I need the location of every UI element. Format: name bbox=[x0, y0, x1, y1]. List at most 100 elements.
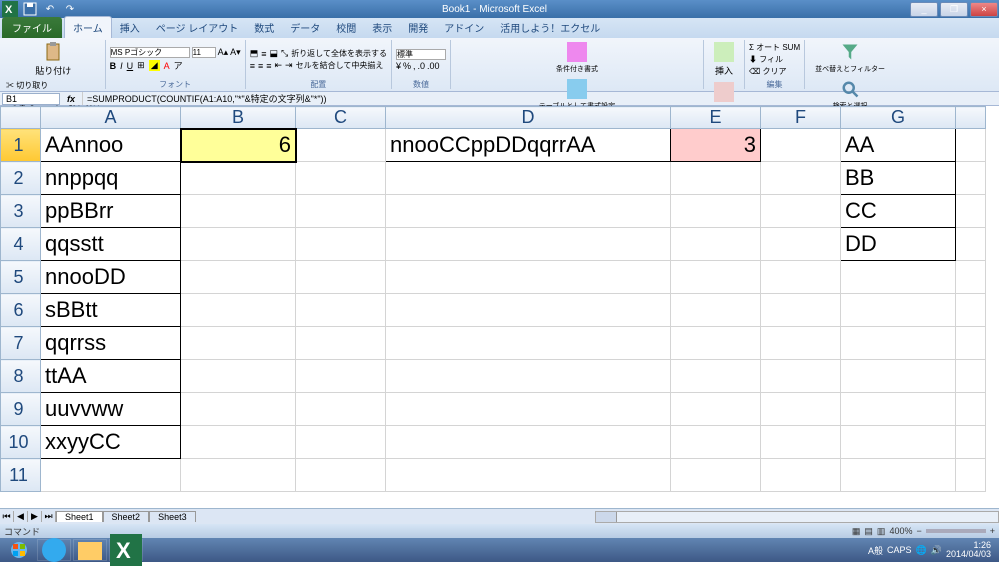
cell-G3[interactable]: CC bbox=[841, 195, 956, 228]
col-header-B[interactable]: B bbox=[181, 107, 296, 129]
formula-input[interactable]: =SUMPRODUCT(COUNTIF(A1:A10,"*"&特定の文字列&"*… bbox=[82, 92, 999, 105]
horizontal-scrollbar[interactable] bbox=[595, 511, 999, 523]
bold-button[interactable]: B bbox=[110, 61, 117, 71]
ime-indicator[interactable]: A般 bbox=[868, 544, 883, 557]
sheet-nav-next-icon[interactable]: ▶ bbox=[28, 511, 42, 522]
align-mid-icon[interactable]: ≡ bbox=[261, 49, 266, 59]
fill-color-button[interactable]: ◢ bbox=[149, 60, 160, 71]
tab-custom[interactable]: 活用しよう！エクセル bbox=[492, 17, 608, 38]
system-tray[interactable]: A般 CAPS 🌐 🔊 1:26 2014/04/03 bbox=[868, 541, 997, 559]
tab-view[interactable]: 表示 bbox=[364, 17, 400, 38]
save-icon[interactable] bbox=[22, 1, 38, 17]
row-header-1[interactable]: 1 bbox=[1, 129, 41, 162]
paste-button[interactable]: 貼り付け bbox=[29, 40, 77, 79]
tab-formulas[interactable]: 数式 bbox=[246, 17, 282, 38]
cell-B1[interactable]: 6 bbox=[181, 129, 296, 162]
tray-volume-icon[interactable]: 🔊 bbox=[931, 545, 942, 556]
tab-addins[interactable]: アドイン bbox=[436, 17, 492, 38]
start-button[interactable] bbox=[2, 539, 36, 561]
sheet-tab-3[interactable]: Sheet3 bbox=[149, 511, 196, 522]
cell-G2[interactable]: BB bbox=[841, 162, 956, 195]
increase-font-icon[interactable]: A▴ bbox=[218, 47, 229, 58]
view-normal-icon[interactable]: ▦ bbox=[852, 526, 861, 537]
underline-button[interactable]: U bbox=[127, 61, 134, 71]
tray-date[interactable]: 2014/04/03 bbox=[946, 550, 991, 559]
row-header-2[interactable]: 2 bbox=[1, 162, 41, 195]
undo-icon[interactable]: ↶ bbox=[42, 1, 58, 17]
cell-F1[interactable] bbox=[761, 129, 841, 162]
fx-icon[interactable]: fx bbox=[64, 94, 78, 104]
tab-review[interactable]: 校閲 bbox=[328, 17, 364, 38]
redo-icon[interactable]: ↷ bbox=[62, 1, 78, 17]
inc-dec-icon[interactable]: .0 bbox=[418, 61, 426, 71]
cell-C1[interactable] bbox=[296, 129, 386, 162]
orientation-icon[interactable]: ⤡ bbox=[281, 48, 288, 59]
sheet-nav-prev-icon[interactable]: ◀ bbox=[14, 511, 28, 522]
align-right-icon[interactable]: ≡ bbox=[266, 61, 271, 71]
phonetic-button[interactable]: ア bbox=[174, 59, 183, 72]
align-bot-icon[interactable]: ⬓ bbox=[269, 48, 278, 59]
cell-A2[interactable]: nnppqq bbox=[41, 162, 181, 195]
cell-A10[interactable]: xxyyCC bbox=[41, 426, 181, 459]
indent-inc-icon[interactable]: ⇥ bbox=[285, 60, 293, 71]
currency-icon[interactable]: ¥ bbox=[396, 61, 401, 71]
cell-A4[interactable]: qqsstt bbox=[41, 228, 181, 261]
align-center-icon[interactable]: ≡ bbox=[258, 61, 263, 71]
zoom-level[interactable]: 400% bbox=[889, 526, 912, 536]
tab-developer[interactable]: 開発 bbox=[400, 17, 436, 38]
cell-A3[interactable]: ppBBrr bbox=[41, 195, 181, 228]
row-header-4[interactable]: 4 bbox=[1, 228, 41, 261]
view-break-icon[interactable]: ▥ bbox=[877, 526, 886, 537]
dec-dec-icon[interactable]: .00 bbox=[427, 61, 440, 71]
col-header-H[interactable] bbox=[956, 107, 986, 129]
insert-cells-button[interactable]: 挿入 bbox=[708, 40, 740, 79]
font-size-input[interactable] bbox=[192, 47, 216, 58]
zoom-in-icon[interactable]: + bbox=[990, 526, 995, 536]
select-all-corner[interactable] bbox=[1, 107, 41, 129]
col-header-D[interactable]: D bbox=[386, 107, 671, 129]
indent-dec-icon[interactable]: ⇤ bbox=[274, 60, 282, 71]
cut-button[interactable]: ✂ 切り取り bbox=[6, 80, 101, 91]
number-format-input[interactable] bbox=[396, 49, 446, 60]
conditional-format-button[interactable]: 条件付き書式 bbox=[550, 40, 604, 76]
row-header-8[interactable]: 8 bbox=[1, 360, 41, 393]
cell-G1[interactable]: AA bbox=[841, 129, 956, 162]
autosum-button[interactable]: Σ オート SUM bbox=[749, 42, 800, 53]
zoom-slider[interactable] bbox=[926, 529, 986, 533]
tab-layout[interactable]: ページ レイアウト bbox=[148, 17, 247, 38]
border-button[interactable]: ⊞ bbox=[137, 60, 145, 71]
spreadsheet[interactable]: A B C D E F G 1 AAnnoo 6 nnooCCppDDqqrrA… bbox=[0, 106, 999, 504]
row-header-6[interactable]: 6 bbox=[1, 294, 41, 327]
italic-button[interactable]: I bbox=[120, 61, 123, 71]
minimize-button[interactable]: _ bbox=[910, 2, 938, 17]
sheet-tab-1[interactable]: Sheet1 bbox=[56, 511, 103, 522]
sort-filter-button[interactable]: 並べ替えとフィルター bbox=[809, 40, 891, 76]
zoom-out-icon[interactable]: − bbox=[916, 526, 921, 536]
view-layout-icon[interactable]: ▤ bbox=[864, 526, 873, 537]
col-header-F[interactable]: F bbox=[761, 107, 841, 129]
font-name-input[interactable] bbox=[110, 47, 190, 58]
name-box[interactable]: B1 bbox=[2, 93, 60, 105]
sheet-nav-first-icon[interactable]: ⏮ bbox=[0, 511, 14, 522]
col-header-E[interactable]: E bbox=[671, 107, 761, 129]
cell-A8[interactable]: ttAA bbox=[41, 360, 181, 393]
col-header-G[interactable]: G bbox=[841, 107, 956, 129]
col-header-A[interactable]: A bbox=[41, 107, 181, 129]
tab-data[interactable]: データ bbox=[282, 17, 328, 38]
font-color-button[interactable]: A bbox=[164, 61, 170, 71]
fill-button[interactable]: ⬇ フィル bbox=[749, 54, 800, 65]
row-header-9[interactable]: 9 bbox=[1, 393, 41, 426]
col-header-C[interactable]: C bbox=[296, 107, 386, 129]
cell-A7[interactable]: qqrrss bbox=[41, 327, 181, 360]
close-button[interactable]: × bbox=[970, 2, 998, 17]
align-top-icon[interactable]: ⬒ bbox=[250, 48, 259, 59]
align-left-icon[interactable]: ≡ bbox=[250, 61, 255, 71]
sheet-tab-2[interactable]: Sheet2 bbox=[103, 511, 150, 522]
comma-icon[interactable]: , bbox=[413, 61, 416, 71]
cell-G4[interactable]: DD bbox=[841, 228, 956, 261]
tray-network-icon[interactable]: 🌐 bbox=[916, 545, 927, 556]
row-header-3[interactable]: 3 bbox=[1, 195, 41, 228]
taskbar-explorer-icon[interactable] bbox=[73, 539, 107, 561]
row-header-10[interactable]: 10 bbox=[1, 426, 41, 459]
percent-icon[interactable]: % bbox=[403, 61, 411, 71]
